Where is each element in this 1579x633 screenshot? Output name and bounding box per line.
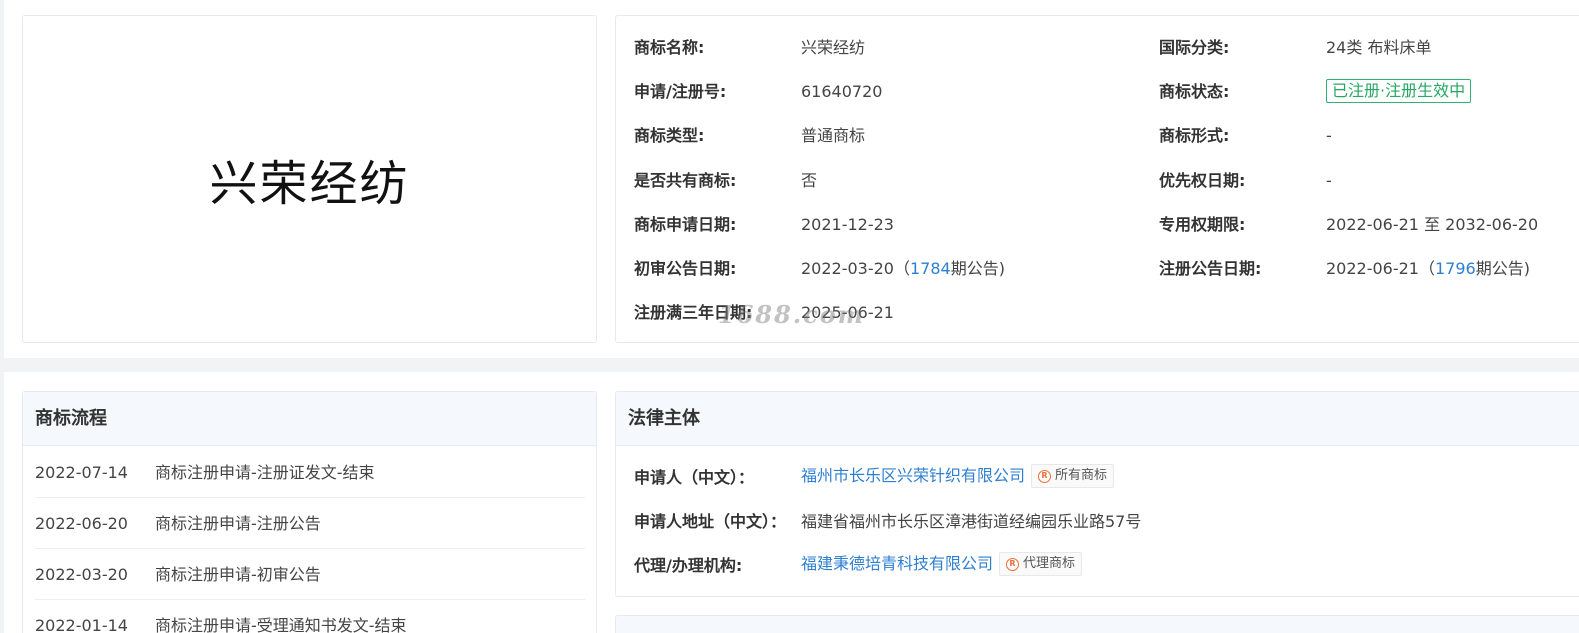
priority-value: -: [1326, 171, 1332, 190]
exclusive-value: 2022-06-21 至 2032-06-20: [1326, 215, 1539, 234]
prelim-date: 2022-03-20: [801, 259, 894, 278]
form-label: 商标形式:: [1159, 126, 1230, 145]
applicant-value: 福州市长乐区兴荣针织有限公司 R 所有商标: [801, 464, 1115, 488]
address-value: 福建省福州市长乐区漳港街道经编园乐业路57号: [801, 512, 1142, 531]
form-value: -: [1326, 126, 1332, 145]
prelim-value: 2022-03-20（1784期公告): [801, 258, 1005, 280]
agent-value: 福建秉德培青科技有限公司 R 代理商标: [801, 552, 1083, 576]
legal-panel-title: 法律主体: [616, 392, 1579, 446]
flow-item: 2022-03-20 商标注册申请-初审公告: [35, 549, 585, 600]
apply-date-value: 2021-12-23: [801, 215, 894, 234]
apply-date-label: 商标申请日期:: [634, 215, 737, 234]
applicant-link[interactable]: 福州市长乐区兴荣针织有限公司: [801, 466, 1025, 485]
prelim-issue-link[interactable]: 1784: [910, 259, 951, 278]
type-label: 商标类型:: [634, 126, 705, 145]
flow-item: 2022-01-14 商标注册申请-受理通知书发文-结束: [35, 600, 585, 633]
exclusive-label: 专用权期限:: [1159, 215, 1246, 234]
reg-notice-paren: （: [1418, 259, 1435, 278]
trademark-info-card: 商标名称: 兴荣经纺 国际分类: 24类 布料床单 申请/注册号: 616407…: [615, 15, 1579, 343]
reg-notice-value: 2022-06-21（1796期公告): [1326, 258, 1530, 280]
registered-icon: R: [1006, 557, 1020, 571]
next-panel-header: [615, 615, 1579, 633]
prelim-suffix: 期公告): [950, 259, 1005, 278]
shared-label: 是否共有商标:: [634, 171, 737, 190]
status-tag-text: 已注册·注册生效中: [1326, 79, 1472, 103]
flow-desc: 商标注册申请-注册证发文-结束: [155, 463, 375, 482]
flow-date: 2022-01-14: [35, 616, 128, 633]
regno-label: 申请/注册号:: [634, 82, 727, 101]
trademark-logo-text: 兴荣经纺: [209, 156, 410, 212]
three-year-value: 2025-06-21: [801, 303, 894, 322]
flow-date: 2022-06-20: [35, 514, 128, 533]
flow-date: 2022-03-20: [35, 565, 128, 584]
prelim-paren: （: [893, 259, 910, 278]
address-label: 申请人地址（中文）：: [634, 512, 787, 531]
agent-trademarks-button[interactable]: R 代理商标: [999, 552, 1083, 576]
reg-notice-issue-link[interactable]: 1796: [1435, 259, 1476, 278]
trademark-flow-panel: 商标流程 2022-07-14 商标注册申请-注册证发文-结束 2022-06-…: [22, 391, 597, 633]
agent-link[interactable]: 福建秉德培青科技有限公司: [801, 554, 993, 573]
flow-item: 2022-06-20 商标注册申请-注册公告: [35, 498, 585, 549]
flow-desc: 商标注册申请-初审公告: [155, 565, 321, 584]
regno-value: 61640720: [801, 82, 883, 101]
all-trademarks-label: 所有商标: [1055, 468, 1108, 483]
status-badge: 已注册·注册生效中: [1326, 79, 1472, 103]
agent-label: 代理/办理机构:: [634, 556, 743, 575]
reg-notice-suffix: 期公告): [1475, 259, 1530, 278]
status-label: 商标状态:: [1159, 82, 1230, 101]
flow-desc: 商标注册申请-受理通知书发文-结束: [155, 616, 407, 633]
all-trademarks-button[interactable]: R 所有商标: [1031, 464, 1115, 488]
legal-entity-panel: 法律主体 申请人（中文）： 福州市长乐区兴荣针织有限公司 R 所有商标 申请人地址（…: [615, 391, 1579, 597]
trademark-image: 兴荣经纺: [22, 15, 597, 343]
flow-desc: 商标注册申请-注册公告: [155, 514, 321, 533]
name-label: 商标名称:: [634, 38, 705, 57]
agent-trademarks-label: 代理商标: [1023, 556, 1076, 571]
reg-notice-date: 2022-06-21: [1326, 259, 1419, 278]
registered-icon: R: [1038, 469, 1052, 483]
class-label: 国际分类:: [1159, 38, 1230, 57]
name-value: 兴荣经纺: [801, 38, 866, 57]
three-year-label: 注册满三年日期:: [634, 303, 753, 322]
shared-value: 否: [801, 171, 818, 190]
prelim-label: 初审公告日期:: [634, 259, 737, 278]
type-value: 普通商标: [801, 126, 866, 145]
flow-item: 2022-07-14 商标注册申请-注册证发文-结束: [35, 447, 585, 498]
priority-label: 优先权日期:: [1159, 171, 1246, 190]
reg-notice-label: 注册公告日期:: [1159, 259, 1262, 278]
class-value: 24类 布料床单: [1326, 38, 1432, 57]
flow-panel-title: 商标流程: [23, 392, 596, 446]
flow-date: 2022-07-14: [35, 463, 128, 482]
applicant-label: 申请人（中文）：: [634, 468, 755, 487]
